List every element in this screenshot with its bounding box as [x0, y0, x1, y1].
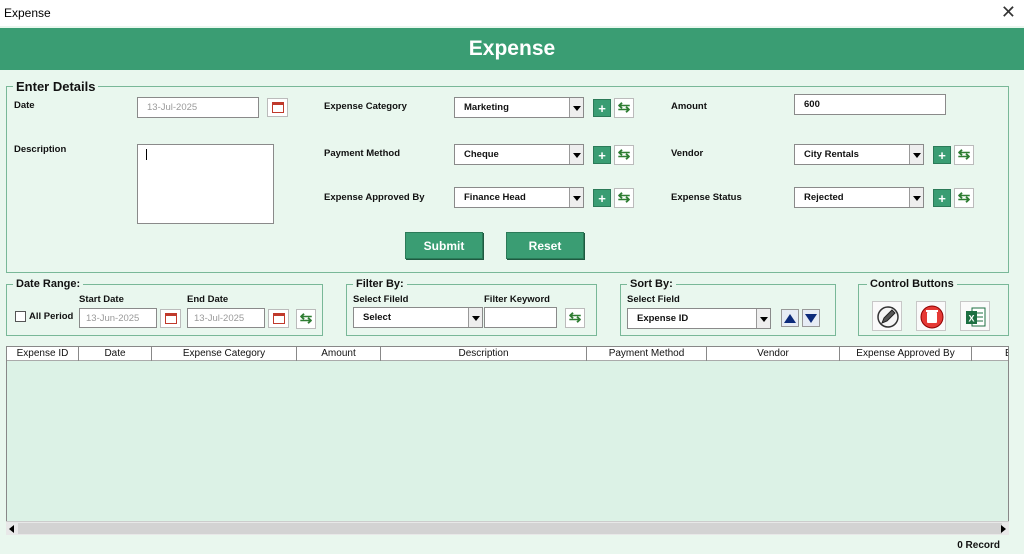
edit-button[interactable] [872, 301, 902, 331]
svg-text:X: X [969, 314, 975, 324]
add-payment-button[interactable]: + [593, 146, 611, 164]
amount-field[interactable]: 600 [794, 94, 946, 115]
status-select[interactable]: Rejected [794, 187, 924, 208]
refresh-status-button[interactable]: ⇆ [954, 188, 974, 208]
refresh-payment-button[interactable]: ⇆ [614, 145, 634, 165]
expense-list[interactable]: Expense ID Date Expense Category Amount … [6, 346, 1009, 535]
date-field[interactable]: 13-Jul-2025 [137, 97, 259, 118]
column-header-extra[interactable]: E [972, 347, 1008, 361]
date-range-legend: Date Range: [16, 278, 81, 290]
delete-icon [920, 305, 944, 329]
chevron-down-icon[interactable] [909, 145, 923, 164]
calendar-icon [272, 102, 284, 113]
sort-field-select[interactable]: Expense ID [627, 308, 771, 329]
end-date-calendar-button[interactable] [268, 309, 289, 328]
chevron-down-icon[interactable] [569, 98, 583, 117]
filter-field-select[interactable]: Select [353, 307, 483, 328]
add-status-button[interactable]: + [933, 189, 951, 207]
sort-up-icon[interactable] [781, 309, 799, 327]
start-date-field[interactable]: 13-Jun-2025 [79, 308, 157, 328]
refresh-filter-button[interactable]: ⇆ [565, 308, 585, 328]
end-date-field[interactable]: 13-Jul-2025 [187, 308, 265, 328]
column-header-vendor[interactable]: Vendor [707, 347, 840, 361]
column-header-expense-id[interactable]: Expense ID [7, 347, 79, 361]
window-titlebar: Expense ✕ [0, 0, 1024, 26]
all-period-checkbox[interactable] [15, 311, 26, 322]
filter-field-label: Select Fileld [353, 294, 409, 305]
approved-label: Expense Approved By [324, 192, 425, 203]
column-header-date[interactable]: Date [79, 347, 152, 361]
delete-button[interactable] [916, 301, 946, 331]
sort-legend: Sort By: [630, 278, 673, 290]
chevron-down-icon[interactable] [569, 188, 583, 207]
scroll-left-icon[interactable] [9, 525, 14, 533]
sort-down-icon[interactable] [802, 309, 820, 327]
all-period-label: All Period [29, 311, 74, 322]
column-header-description[interactable]: Description [381, 347, 587, 361]
list-header: Expense ID Date Expense Category Amount … [7, 347, 1008, 361]
refresh-approver-button[interactable]: ⇆ [614, 188, 634, 208]
vendor-label: Vendor [671, 148, 704, 159]
approved-select[interactable]: Finance Head [454, 187, 584, 208]
refresh-date-range-button[interactable]: ⇆ [296, 309, 316, 329]
scroll-thumb[interactable] [18, 523, 1002, 534]
chevron-down-icon[interactable] [909, 188, 923, 207]
form-banner: Expense [0, 28, 1024, 70]
add-vendor-button[interactable]: + [933, 146, 951, 164]
chevron-down-icon[interactable] [569, 145, 583, 164]
add-category-button[interactable]: + [593, 99, 611, 117]
description-field[interactable] [137, 144, 274, 224]
add-approver-button[interactable]: + [593, 189, 611, 207]
payment-label: Payment Method [324, 148, 401, 159]
description-label: Description [14, 144, 67, 155]
date-calendar-button[interactable] [267, 98, 288, 117]
calendar-icon [165, 313, 177, 324]
status-label: Expense Status [671, 192, 742, 203]
category-select[interactable]: Marketing [454, 97, 584, 118]
sort-field-label: Select Field [627, 294, 680, 305]
calendar-icon [273, 313, 285, 324]
column-header-payment-method[interactable]: Payment Method [587, 347, 707, 361]
payment-select[interactable]: Cheque [454, 144, 584, 165]
edit-icon [877, 306, 899, 328]
reset-button[interactable]: Reset [506, 232, 584, 259]
expense-form: Expense Enter Details Date 13-Jul-2025 D… [0, 26, 1024, 554]
control-buttons-legend: Control Buttons [870, 278, 954, 290]
record-count: 0 Record [957, 540, 1000, 551]
column-header-amount[interactable]: Amount [297, 347, 381, 361]
column-header-approved-by[interactable]: Expense Approved By [840, 347, 972, 361]
chevron-down-icon[interactable] [756, 309, 770, 328]
scroll-right-icon[interactable] [1001, 525, 1006, 533]
enter-details-legend: Enter Details [16, 79, 96, 94]
filter-keyword-field[interactable] [484, 307, 557, 328]
column-header-category[interactable]: Expense Category [152, 347, 297, 361]
excel-icon: X [966, 307, 986, 327]
filter-legend: Filter By: [356, 278, 404, 290]
vendor-select[interactable]: City Rentals [794, 144, 924, 165]
date-label: Date [14, 100, 35, 111]
amount-label: Amount [671, 101, 707, 112]
category-label: Expense Category [324, 101, 407, 112]
refresh-category-button[interactable]: ⇆ [614, 98, 634, 118]
filter-keyword-label: Filter Keyword [484, 294, 550, 305]
export-excel-button[interactable]: X [960, 301, 990, 331]
refresh-vendor-button[interactable]: ⇆ [954, 145, 974, 165]
end-date-label: End Date [187, 294, 229, 305]
chevron-down-icon[interactable] [468, 308, 482, 327]
window-title: Expense [4, 6, 51, 20]
start-date-calendar-button[interactable] [160, 309, 181, 328]
horizontal-scrollbar[interactable] [6, 521, 1009, 535]
submit-button[interactable]: Submit [405, 232, 483, 259]
close-icon[interactable]: ✕ [1001, 2, 1016, 22]
start-date-label: Start Date [79, 294, 124, 305]
text-cursor [146, 149, 147, 160]
